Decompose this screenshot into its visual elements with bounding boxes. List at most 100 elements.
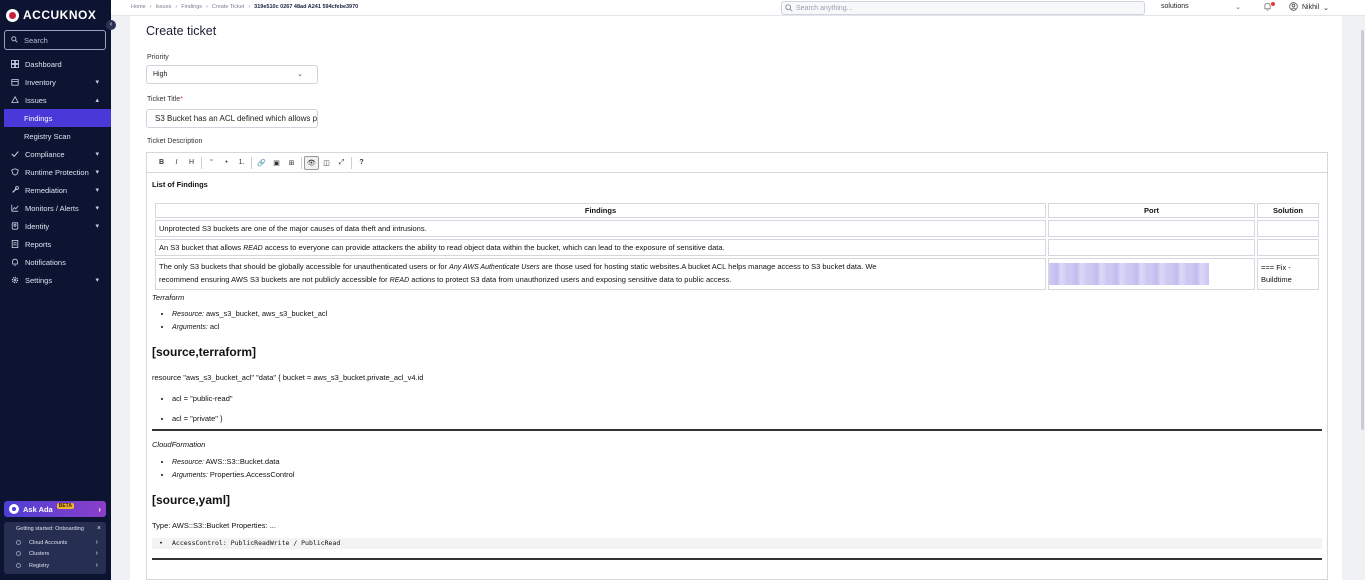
priority-label: Priority [147, 54, 169, 61]
onboarding-step-cloud-accounts[interactable]: Cloud Accounts › [16, 537, 102, 548]
page-title: Create ticket [146, 24, 217, 38]
sidebar-item-label: Remediation [25, 185, 68, 195]
sidebar-item-runtime-protection[interactable]: Runtime Protection ▾ [0, 163, 111, 181]
breadcrumb-home[interactable]: Home [131, 4, 146, 10]
step-dot-icon [16, 551, 21, 556]
breadcrumb-create-ticket[interactable]: Create Ticket [212, 4, 244, 10]
image-icon[interactable]: ▣ [269, 156, 284, 170]
table-row: The only S3 buckets that should be globa… [155, 258, 1319, 290]
onboarding-step-clusters[interactable]: Clusters › [16, 548, 102, 559]
wrench-icon [10, 186, 19, 195]
table-row: An S3 bucket that allows READ access to … [155, 239, 1319, 256]
id-icon [10, 222, 19, 231]
finding-cell: Unprotected S3 buckets are one of the ma… [155, 220, 1046, 237]
chevron-right-icon: › [95, 562, 98, 569]
preview-icon[interactable]: 👁 [304, 155, 319, 170]
breadcrumb: Home › Issues › Findings › Create Ticket › 3… [131, 4, 358, 10]
solution-text: === Fix - [1261, 263, 1291, 272]
ask-ada-button[interactable]: Ask Ada BETA › [4, 501, 106, 517]
onboarding-step-label: Clusters [29, 550, 50, 557]
sidebar: ACCUKNOX Search Dashboard Inventory ▾ Is… [0, 0, 111, 580]
list-item: Arguments: Properties.AccessControl [172, 469, 295, 482]
list-item: Resource: AWS::S3::Bucket.data [172, 456, 295, 469]
finding-text: An S3 bucket that allows [159, 243, 244, 252]
heading-icon[interactable]: H [184, 156, 199, 170]
list-item: Resource: aws_s3_bucket, aws_s3_bucket_a… [172, 308, 327, 321]
chevron-down-icon: ⌄ [1323, 4, 1329, 12]
terraform-list: Resource: aws_s3_bucket, aws_s3_bucket_a… [152, 308, 327, 334]
ticket-title-label: Ticket Title* [147, 96, 183, 103]
breadcrumb-issues[interactable]: Issues [156, 4, 172, 10]
chevron-down-icon: ▾ [95, 169, 99, 176]
sidebar-item-compliance[interactable]: Compliance ▾ [0, 145, 111, 163]
horizontal-rule [152, 558, 1322, 560]
notification-dot [1271, 2, 1275, 6]
resource-value: aws_s3_bucket, aws_s3_bucket_acl [203, 309, 328, 318]
side-by-side-icon[interactable]: ◫ [319, 156, 334, 170]
sidebar-item-label: Notifications [25, 257, 66, 267]
sidebar-search-input[interactable]: Search [4, 30, 106, 50]
sidebar-item-label: Findings [24, 113, 53, 123]
global-search-input[interactable]: Search anything... [781, 1, 1145, 15]
arguments-label: Arguments: [172, 324, 208, 331]
breadcrumb-findings[interactable]: Findings [181, 4, 202, 10]
page-scrollbar-thumb[interactable] [1361, 30, 1364, 430]
user-name: Nikhil [1302, 4, 1320, 11]
table-icon[interactable]: ⊞ [284, 156, 299, 170]
sidebar-item-dashboard[interactable]: Dashboard [0, 55, 111, 73]
workspace-select[interactable]: solutions ⌄ [1161, 3, 1241, 11]
sidebar-item-label: Runtime Protection [25, 167, 89, 177]
markdown-editor[interactable]: B I H “ • 1. 🔗 ▣ ⊞ 👁 ◫ ⤢ ? List of Findi… [146, 152, 1328, 580]
onboarding-step-registry[interactable]: Registry › [16, 560, 102, 571]
resource-value: AWS::S3::Bucket.data [203, 457, 280, 466]
link-icon[interactable]: 🔗 [254, 156, 269, 170]
global-search-placeholder: Search anything... [796, 5, 853, 12]
chevron-right-icon: › [95, 550, 98, 557]
breadcrumb-separator: › [149, 4, 152, 10]
port-cell [1048, 258, 1255, 290]
sidebar-item-inventory[interactable]: Inventory ▾ [0, 73, 111, 91]
quote-icon[interactable]: “ [204, 156, 219, 170]
fullscreen-icon[interactable]: ⤢ [334, 156, 349, 170]
finding-emphasis: READ [243, 245, 263, 252]
sidebar-item-issues[interactable]: Issues ▴ [0, 91, 111, 109]
sidebar-item-remediation[interactable]: Remediation ▾ [0, 181, 111, 199]
breadcrumb-separator: › [248, 4, 251, 10]
sidebar-item-findings[interactable]: Findings [4, 109, 111, 127]
finding-cell: An S3 bucket that allows READ access to … [155, 239, 1046, 256]
sidebar-item-label: Inventory [25, 77, 56, 87]
priority-select[interactable]: High ⌄ [146, 65, 318, 84]
terraform-heading: Terraform [152, 293, 185, 302]
sidebar-item-registry-scan[interactable]: Registry Scan [0, 127, 111, 145]
sidebar-item-monitors-alerts[interactable]: Monitors / Alerts ▾ [0, 199, 111, 217]
close-icon[interactable]: × [97, 525, 101, 532]
bold-icon[interactable]: B [154, 156, 169, 170]
onboarding-panel: Getting started: Onboarding × Cloud Acco… [4, 522, 106, 574]
port-cell [1048, 239, 1255, 256]
sidebar-item-notifications[interactable]: Notifications [0, 253, 111, 271]
bullet-list-icon[interactable]: • [219, 156, 234, 170]
toolbar-divider [201, 156, 202, 169]
table-header-row: Findings Port Solution [155, 203, 1319, 218]
breadcrumb-separator: › [206, 4, 208, 10]
numbered-list-icon[interactable]: 1. [234, 156, 249, 170]
ticket-title-input[interactable]: S3 Bucket has an ACL defined which allow… [146, 109, 318, 128]
sidebar-item-label: Reports [25, 239, 52, 249]
help-icon[interactable]: ? [354, 156, 369, 170]
solution-cell: === Fix - Buildtime [1257, 258, 1319, 290]
sidebar-item-settings[interactable]: Settings ▾ [0, 271, 111, 289]
italic-icon[interactable]: I [169, 156, 184, 170]
sidebar-item-label: Identity [25, 221, 50, 231]
collapse-sidebar-button[interactable]: ‹ [106, 20, 116, 30]
sidebar-item-identity[interactable]: Identity ▾ [0, 217, 111, 235]
cloudformation-heading: CloudFormation [152, 440, 206, 449]
brand-logo[interactable]: ACCUKNOX [6, 8, 96, 22]
arguments-label: Arguments: [172, 472, 208, 479]
resource-label: Resource: [172, 311, 204, 318]
terraform-code-list: acl = "public-read" acl = "private" } [152, 393, 233, 425]
user-menu[interactable]: Nikhil ⌄ [1289, 2, 1329, 13]
sidebar-item-reports[interactable]: Reports [0, 235, 111, 253]
list-heading: List of Findings [152, 180, 208, 189]
finding-text: The only S3 buckets that should be globa… [159, 262, 450, 271]
notifications-bell[interactable] [1263, 2, 1275, 13]
